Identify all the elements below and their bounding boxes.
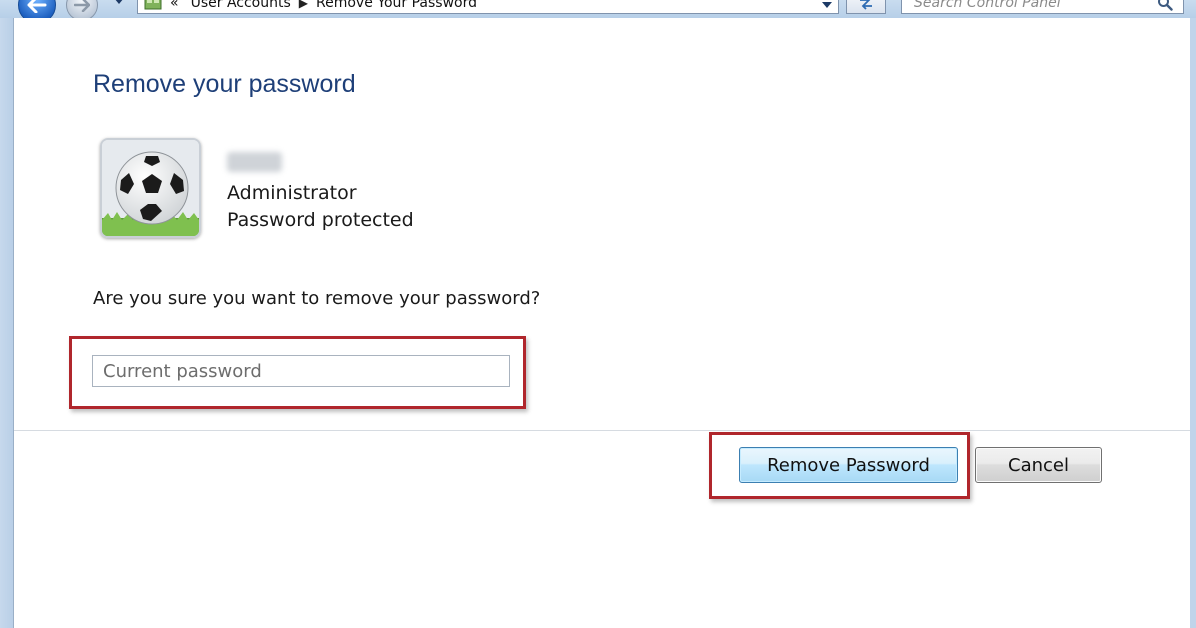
user-role: Administrator <box>227 182 357 204</box>
current-password-field[interactable] <box>92 355 510 387</box>
chevron-down-icon <box>115 0 123 4</box>
remove-password-button[interactable]: Remove Password <box>739 447 958 483</box>
content-pane: Remove your password Administrator Passw… <box>14 18 1190 628</box>
back-arrow-icon <box>27 0 47 13</box>
address-dropdown-icon[interactable] <box>822 0 832 12</box>
window-chrome: « User Accounts ▶ Remove Your Password S… <box>0 0 1196 24</box>
user-password-status: Password protected <box>227 209 414 231</box>
user-name-blurred <box>227 152 282 172</box>
search-placeholder: Search Control Panel <box>914 0 1061 11</box>
search-input[interactable]: Search Control Panel <box>901 0 1184 14</box>
breadcrumb-overflow[interactable]: « <box>170 0 179 11</box>
breadcrumb-user-accounts[interactable]: User Accounts <box>191 0 291 11</box>
recent-pages-dropdown[interactable] <box>112 0 126 8</box>
window-frame-right <box>1189 18 1196 628</box>
breadcrumb-remove-password[interactable]: Remove Your Password <box>316 0 477 11</box>
confirm-question: Are you sure you want to remove your pas… <box>93 288 541 309</box>
forward-arrow-icon <box>74 0 90 12</box>
breadcrumb-separator-icon[interactable]: ▶ <box>299 0 308 10</box>
page-title: Remove your password <box>93 70 356 98</box>
user-avatar <box>100 138 201 238</box>
search-icon[interactable] <box>1157 0 1173 11</box>
address-bar[interactable]: « User Accounts ▶ Remove Your Password <box>137 0 839 14</box>
cancel-button[interactable]: Cancel <box>975 447 1102 483</box>
control-panel-icon <box>144 0 162 10</box>
window-frame-left <box>0 18 14 628</box>
divider <box>14 430 1190 431</box>
refresh-button[interactable] <box>846 0 886 14</box>
refresh-icon <box>860 0 872 10</box>
soccer-ball-avatar-icon <box>102 140 199 236</box>
